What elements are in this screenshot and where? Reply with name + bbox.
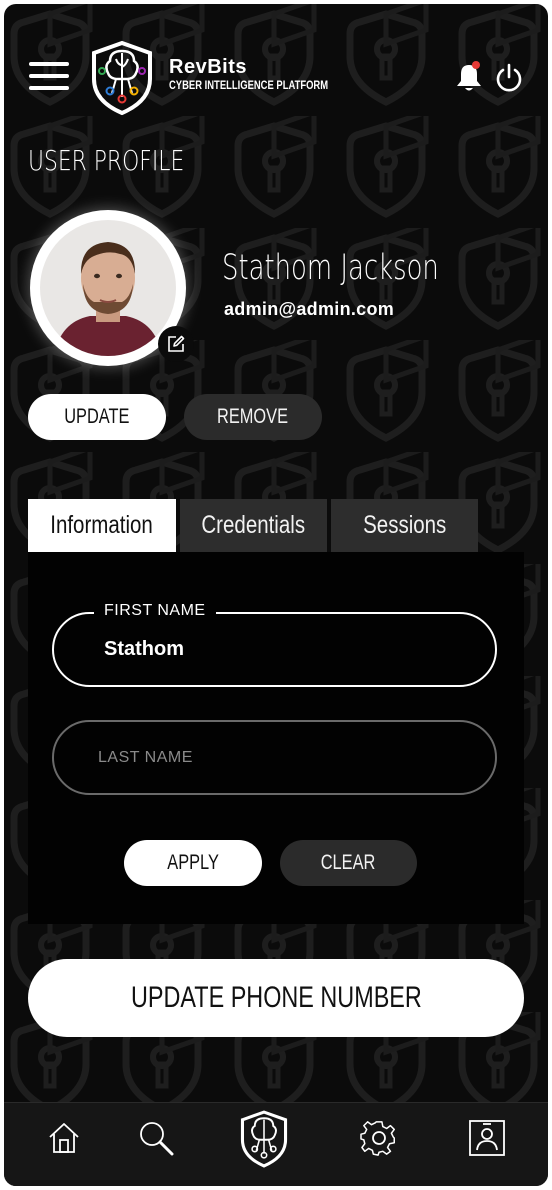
clear-button[interactable]: CLEAR: [280, 840, 417, 886]
apply-label: APPLY: [167, 851, 219, 874]
first-name-label: FIRST NAME: [94, 602, 216, 620]
update-photo-button[interactable]: UPDATE: [28, 394, 166, 440]
edit-photo-button[interactable]: [158, 326, 194, 362]
profile-email: admin@admin.com: [224, 299, 395, 319]
last-name-placeholder: LAST NAME: [98, 749, 193, 766]
brand-name: RevBits: [169, 56, 247, 78]
tab-sessions[interactable]: Sessions: [331, 499, 478, 552]
profile-photo: [40, 220, 176, 356]
nav-profile[interactable]: [467, 1118, 507, 1158]
nav-dashboard[interactable]: [238, 1108, 290, 1170]
brand-logo-icon: [92, 40, 152, 116]
notification-dot: [472, 61, 480, 69]
profile-icon: [469, 1120, 505, 1156]
brand-tagline: CYBER INTELLIGENCE PLATFORM: [169, 80, 329, 92]
power-icon[interactable]: [494, 62, 524, 94]
page-title: USER PROFILE: [28, 144, 185, 177]
notifications-button[interactable]: [452, 60, 486, 94]
nav-settings[interactable]: [359, 1118, 399, 1158]
last-name-field[interactable]: LAST NAME: [52, 720, 497, 795]
remove-photo-label: REMOVE: [217, 405, 289, 428]
nav-home[interactable]: [44, 1118, 84, 1158]
profile-name: Stathom Jackson: [222, 248, 439, 288]
tab-credentials[interactable]: Credentials: [180, 499, 327, 552]
tab-credentials-label: Credentials: [201, 511, 306, 539]
tab-information-label: Information: [50, 511, 154, 539]
first-name-value: Stathom: [104, 638, 184, 660]
menu-icon[interactable]: [29, 62, 71, 94]
clear-label: CLEAR: [321, 851, 376, 874]
update-photo-label: UPDATE: [64, 405, 130, 428]
app-screen: RevBits CYBER INTELLIGENCE PLATFORM USER…: [4, 4, 548, 1186]
brand-logo-icon: [240, 1110, 288, 1168]
first-name-field[interactable]: FIRST NAME Stathom: [52, 602, 497, 687]
update-phone-number-label: UPDATE PHONE NUMBER: [130, 981, 422, 1014]
tab-information[interactable]: Information: [28, 499, 176, 552]
remove-photo-button[interactable]: REMOVE: [184, 394, 322, 440]
edit-icon: [168, 335, 185, 352]
nav-search[interactable]: [136, 1118, 176, 1158]
settings-icon: [360, 1121, 396, 1156]
search-icon: [140, 1122, 174, 1156]
update-phone-number-button[interactable]: UPDATE PHONE NUMBER: [28, 959, 524, 1037]
bell-icon: [457, 61, 481, 91]
home-icon: [49, 1123, 79, 1153]
apply-button[interactable]: APPLY: [124, 840, 262, 886]
tab-sessions-label: Sessions: [362, 511, 447, 539]
